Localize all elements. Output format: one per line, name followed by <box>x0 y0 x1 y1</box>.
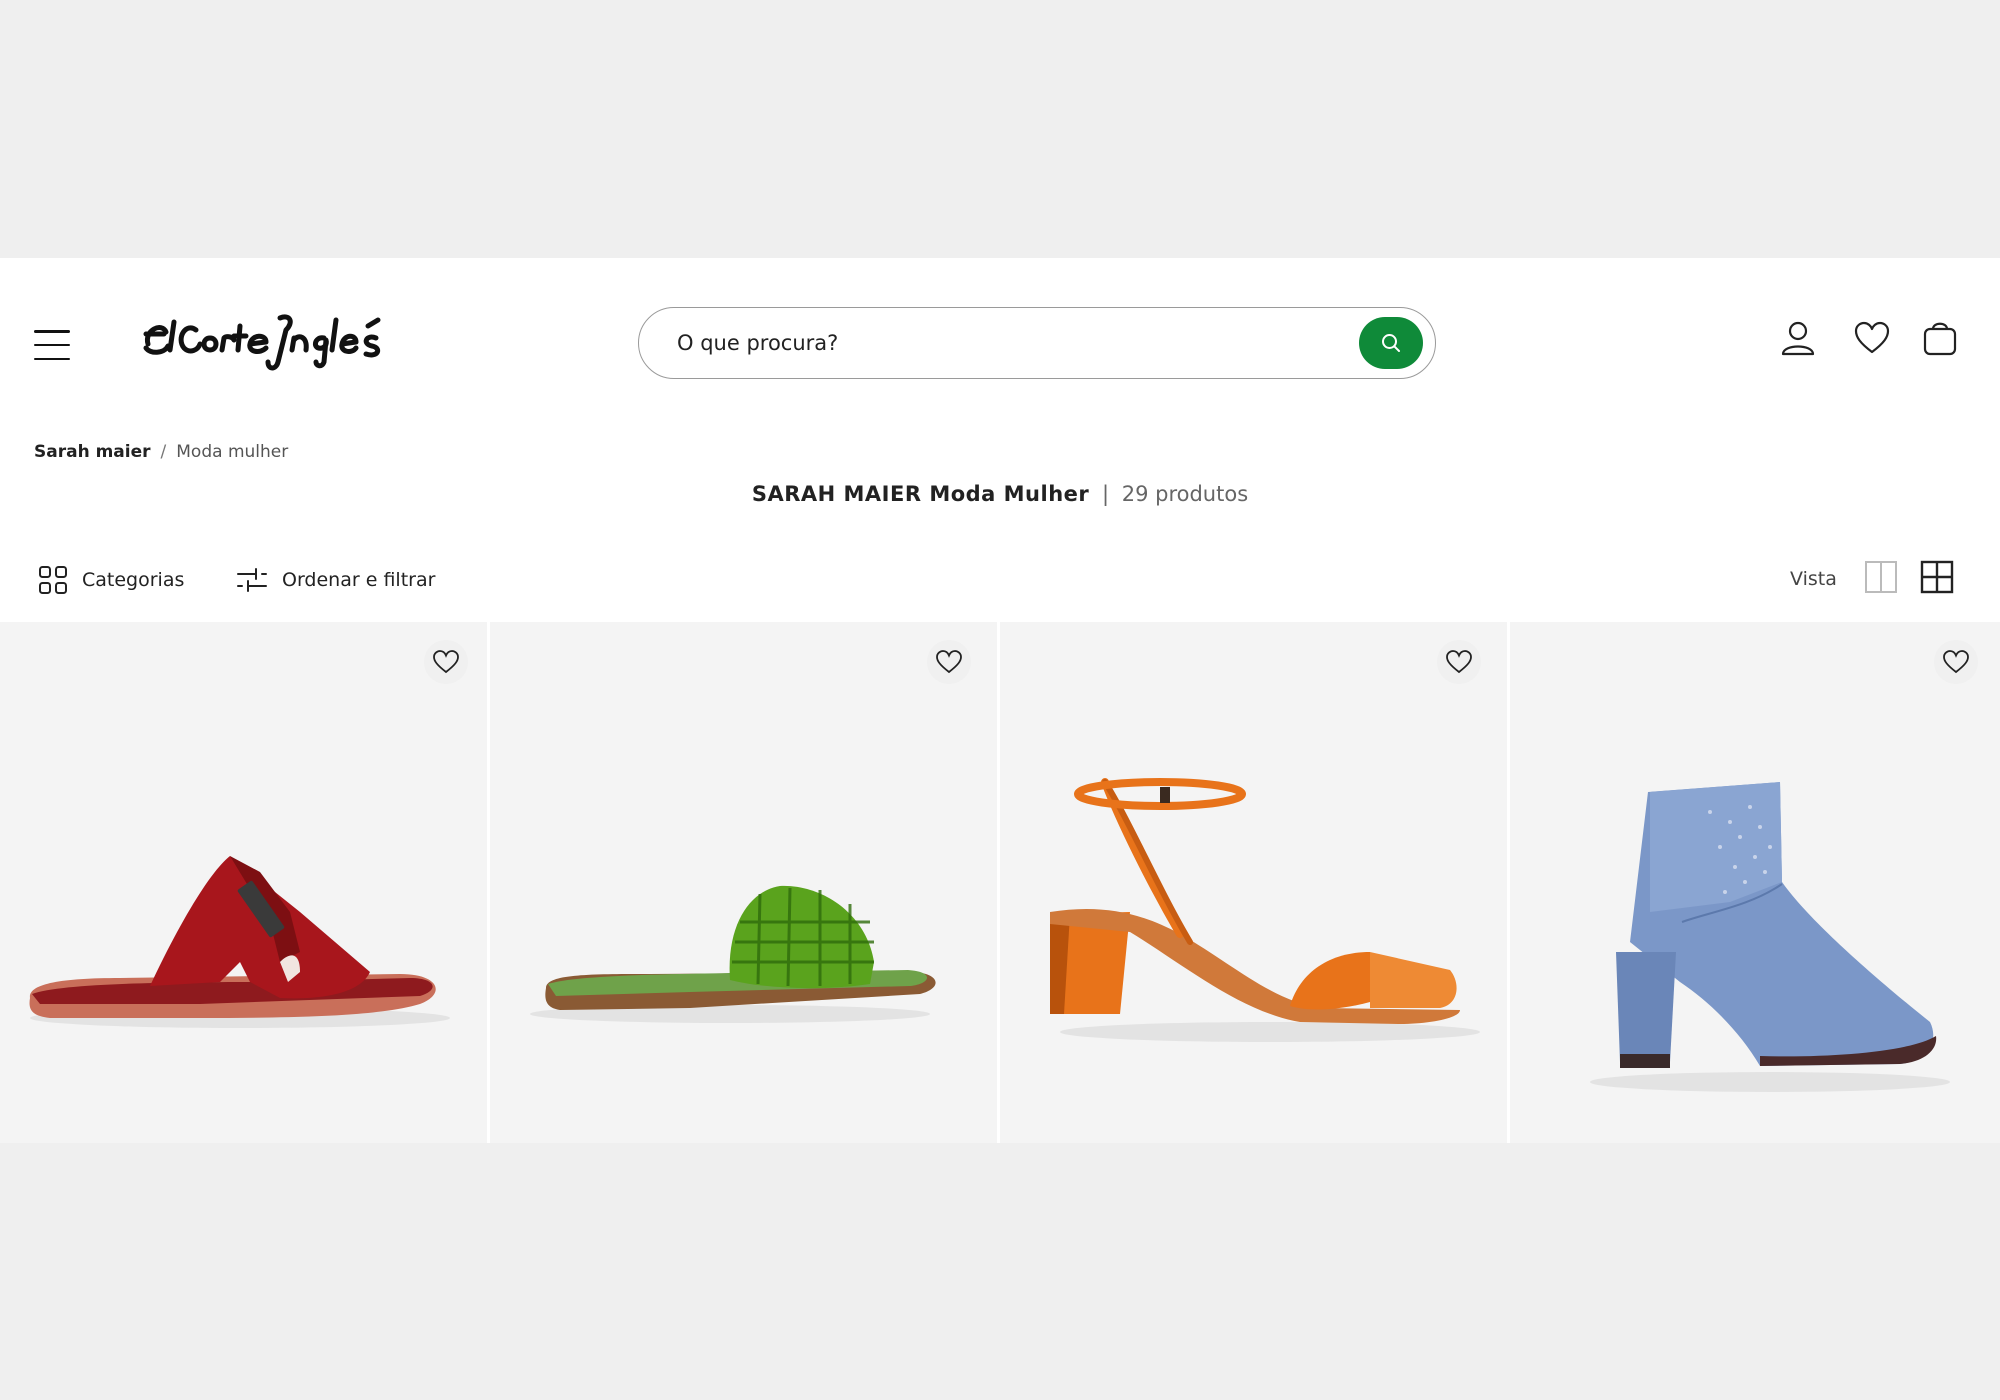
heart-icon[interactable] <box>1852 316 1892 360</box>
favorite-button[interactable] <box>927 640 971 684</box>
product-card[interactable] <box>1510 622 2000 1143</box>
search-input[interactable] <box>677 322 1317 364</box>
categories-label: Categorias <box>82 569 185 591</box>
shopping-bag-icon[interactable] <box>1920 316 1960 360</box>
sliders-icon <box>237 568 267 592</box>
sort-filter-button[interactable]: Ordenar e filtrar <box>236 562 435 598</box>
page-title-separator: | <box>1101 482 1110 506</box>
product-image-orange-sandal <box>1050 778 1480 1042</box>
product-card[interactable] <box>490 622 997 1143</box>
product-image-green-slide <box>530 885 936 1023</box>
heart-icon <box>1446 650 1472 674</box>
search-button[interactable] <box>1359 317 1423 369</box>
categories-button[interactable]: Categorias <box>38 562 184 598</box>
product-count: 29 produtos <box>1121 482 1249 506</box>
page-title: SARAH MAIER Moda Mulher | 29 produtos <box>0 482 2000 506</box>
product-card[interactable] <box>1000 622 1507 1143</box>
logo-signature <box>143 314 381 371</box>
favorite-button[interactable] <box>1934 640 1978 684</box>
grid-icon <box>39 566 67 594</box>
heart-icon <box>433 650 459 674</box>
breadcrumb-separator: / <box>160 442 167 462</box>
favorite-button[interactable] <box>424 640 468 684</box>
user-icon[interactable] <box>1778 316 1818 360</box>
breadcrumb-item-moda-mulher[interactable]: Moda mulher <box>176 442 288 462</box>
page-content: Sarah maier / Moda mulher SARAH MAIER Mo… <box>0 258 2000 1143</box>
view-grid-icon[interactable] <box>1920 560 1956 596</box>
search-bar <box>638 307 1436 379</box>
logo[interactable] <box>140 304 390 376</box>
product-image-red-sandal <box>29 856 450 1028</box>
view-label: Vista <box>1790 568 1837 590</box>
breadcrumb-item-sarah-maier[interactable]: Sarah maier <box>34 442 151 462</box>
sort-filter-label: Ordenar e filtrar <box>282 569 436 591</box>
product-card[interactable] <box>0 622 487 1143</box>
search-icon <box>1382 334 1400 352</box>
favorite-button[interactable] <box>1437 640 1481 684</box>
heart-icon <box>936 650 962 674</box>
heart-icon <box>1943 650 1969 674</box>
product-grid <box>0 622 2000 1143</box>
view-two-columns-icon[interactable] <box>1864 560 1900 596</box>
menu-icon[interactable] <box>34 330 70 360</box>
page-title-text: SARAH MAIER Moda Mulher <box>751 482 1090 506</box>
product-image-denim-boot <box>1590 782 1950 1092</box>
breadcrumb: Sarah maier / Moda mulher <box>34 442 288 462</box>
